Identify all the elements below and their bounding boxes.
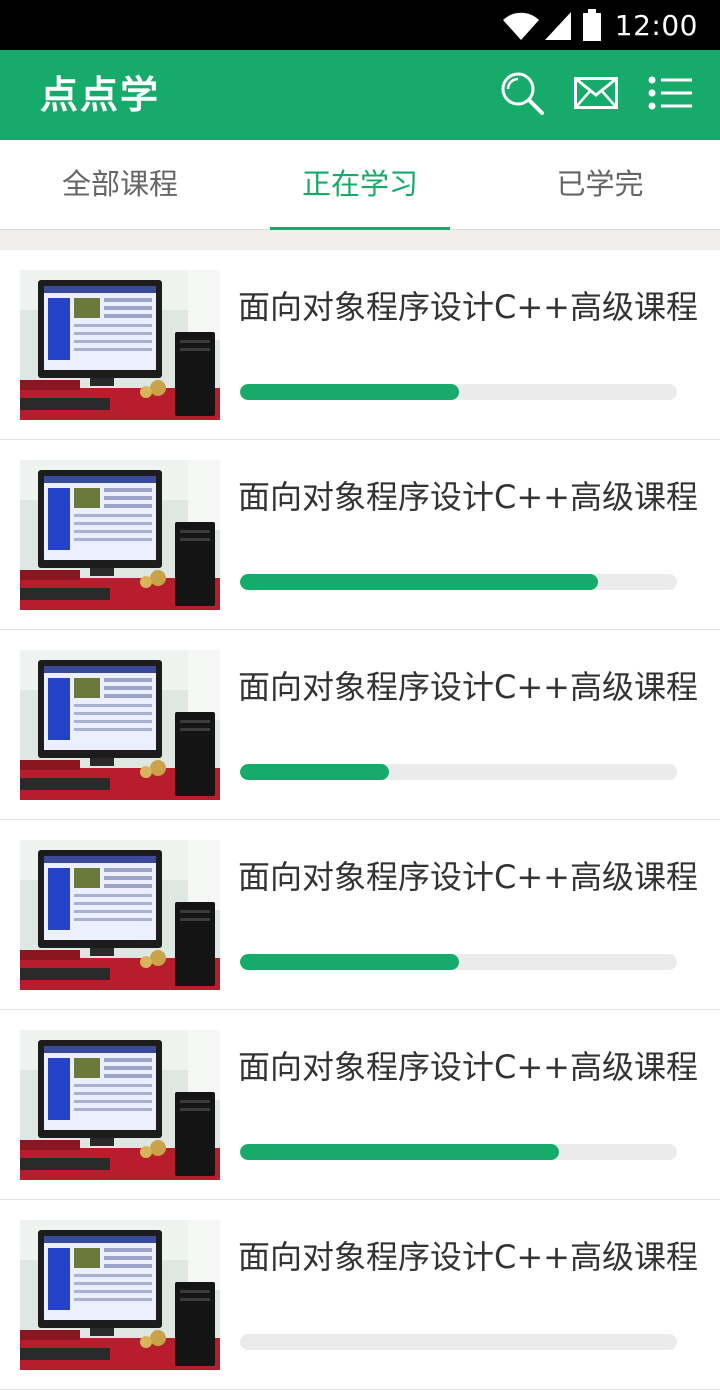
mail-button[interactable] (564, 50, 628, 140)
course-thumbnail (20, 1030, 220, 1180)
menu-list-icon (648, 76, 692, 114)
mail-icon (574, 77, 618, 113)
progress-bar (240, 574, 677, 590)
progress-fill (240, 954, 459, 970)
course-title: 面向对象程序设计C++高级课程 (238, 288, 698, 326)
wifi-icon (501, 8, 541, 42)
course-title: 面向对象程序设计C++高级课程 (238, 858, 698, 896)
progress-fill (240, 1144, 559, 1160)
status-bar: 12:00 (0, 0, 720, 50)
progress-bar (240, 1144, 677, 1160)
app-bar: 点点学 (0, 50, 720, 140)
progress-bar (240, 764, 677, 780)
course-title: 面向对象程序设计C++高级课程 (238, 478, 698, 516)
course-thumbnail (20, 840, 220, 990)
list-divider (0, 230, 720, 250)
course-title: 面向对象程序设计C++高级课程 (238, 1048, 698, 1086)
course-item[interactable]: 面向对象程序设计C++高级课程 (0, 1010, 720, 1200)
tab-bar: 全部课程 正在学习 已学完 (0, 140, 720, 230)
app-title: 点点学 (40, 73, 161, 117)
course-item[interactable]: 面向对象程序设计C++高级课程 (0, 630, 720, 820)
tab-learning[interactable]: 正在学习 (240, 140, 480, 230)
course-item[interactable]: 面向对象程序设计C++高级课程 (0, 250, 720, 440)
progress-bar (240, 1334, 677, 1350)
course-thumbnail (20, 1220, 220, 1370)
tab-completed[interactable]: 已学完 (480, 140, 720, 229)
battery-icon (582, 9, 601, 41)
signal-icon (543, 8, 573, 42)
progress-fill (240, 764, 389, 780)
progress-bar (240, 384, 677, 400)
course-item[interactable]: 面向对象程序设计C++高级课程 (0, 820, 720, 1010)
progress-fill (240, 574, 599, 590)
course-thumbnail (20, 460, 220, 610)
course-thumbnail (20, 270, 220, 420)
course-item[interactable]: 面向对象程序设计C++高级课程 (0, 1200, 720, 1390)
course-item[interactable]: 面向对象程序设计C++高级课程 (0, 440, 720, 630)
course-thumbnail (20, 650, 220, 800)
progress-fill (240, 384, 459, 400)
progress-bar (240, 954, 677, 970)
tab-all-courses[interactable]: 全部课程 (0, 140, 240, 229)
course-title: 面向对象程序设计C++高级课程 (238, 668, 698, 706)
course-title: 面向对象程序设计C++高级课程 (238, 1238, 698, 1276)
search-button[interactable] (490, 50, 554, 140)
menu-button[interactable] (638, 50, 702, 140)
course-list: 面向对象程序设计C++高级课程 面向对象程序设计C++高级课程 面向对象程序设计… (0, 250, 720, 1390)
clock: 12:00 (614, 8, 698, 42)
search-icon (499, 70, 545, 120)
